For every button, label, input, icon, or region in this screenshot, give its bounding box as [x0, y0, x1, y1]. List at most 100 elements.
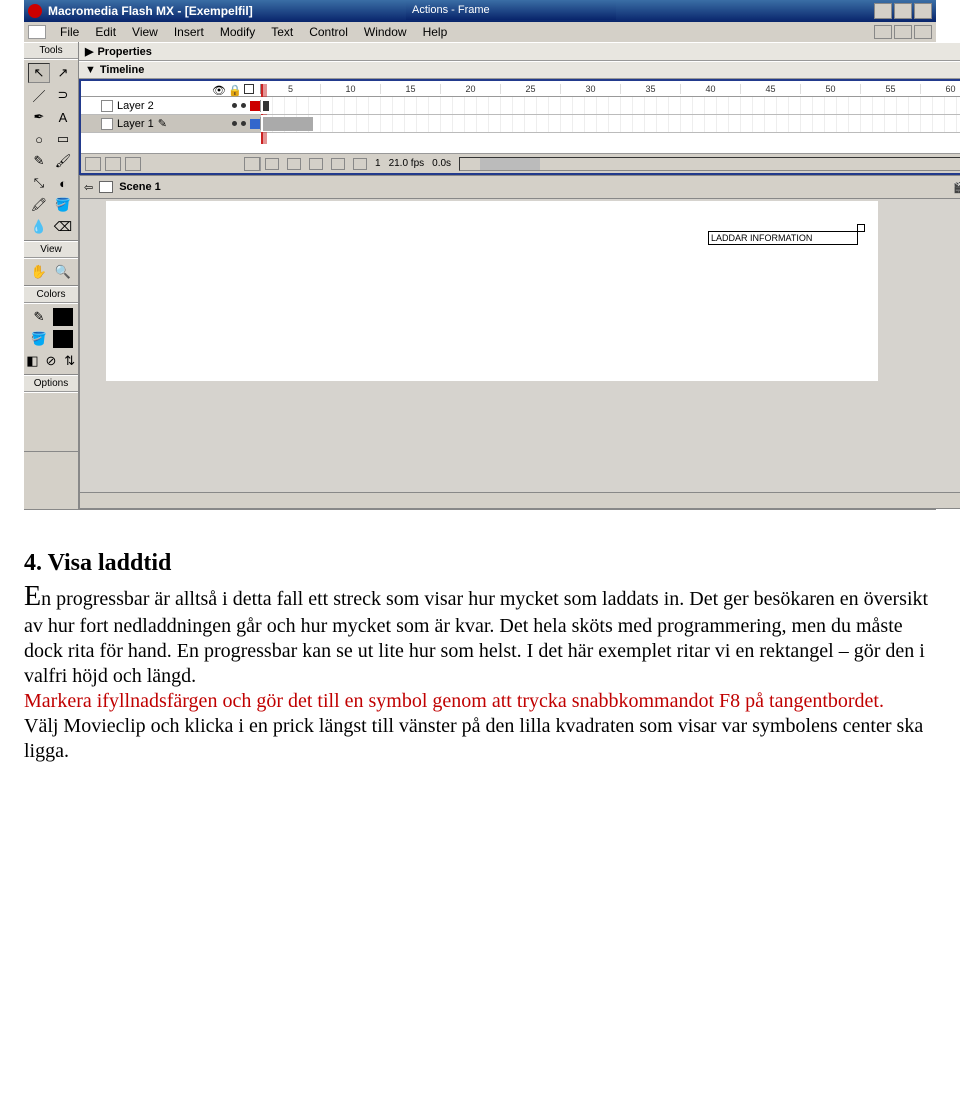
elapsed-time: 0.0s [432, 158, 451, 169]
loading-text: LADDAR INFORMATION [711, 233, 812, 243]
arrow-tool[interactable]: ↖ [28, 63, 50, 83]
scene-icon [99, 181, 113, 193]
lock-dot[interactable] [241, 103, 246, 108]
fill-transform-tool[interactable]: ◐ [52, 173, 74, 193]
properties-panel-header[interactable]: ▶ Properties [79, 42, 960, 61]
eye-icon[interactable]: 👁 [212, 84, 222, 94]
text-tool[interactable]: A [52, 107, 74, 127]
default-colors-button[interactable]: ◧ [24, 351, 41, 371]
ruler-tick: 40 [681, 84, 741, 94]
delete-layer-button[interactable] [244, 157, 260, 171]
ruler-tick: 50 [801, 84, 861, 94]
minimize-button[interactable] [874, 3, 892, 19]
lock-dot[interactable] [241, 121, 246, 126]
add-guide-layer-button[interactable] [105, 157, 121, 171]
back-arrow-icon[interactable]: ⇦ [84, 181, 93, 194]
subselect-tool[interactable]: ↗ [52, 63, 74, 83]
line-tool[interactable]: ／ [28, 85, 50, 105]
layer-row[interactable]: Layer 2 [81, 97, 960, 115]
transform-tool[interactable]: ⤡ [28, 173, 50, 193]
oval-tool[interactable]: ○ [28, 129, 50, 149]
center-frame-button[interactable] [265, 158, 279, 170]
resize-handle-icon[interactable] [857, 224, 865, 232]
timeline-panel-header[interactable]: ▼Timeline [79, 61, 960, 79]
tools-label: Tools [24, 42, 78, 59]
doc-minimize-button[interactable] [874, 25, 892, 39]
layer-track[interactable] [261, 97, 960, 114]
edit-multiple-frames-button[interactable] [331, 158, 345, 170]
lasso-tool[interactable]: ⊃ [52, 85, 74, 105]
edit-scene-button[interactable]: 🎬 [953, 181, 960, 194]
scene-name[interactable]: Scene 1 [119, 181, 161, 193]
onion-skin-outlines-button[interactable] [309, 158, 323, 170]
eraser-tool[interactable]: ⌫ [52, 217, 74, 237]
ink-bottle-tool[interactable]: 🖍 [28, 195, 50, 215]
stroke-color-icon[interactable]: ✎ [28, 307, 50, 327]
fill-color-swatch[interactable] [52, 329, 74, 349]
stage-area[interactable]: LADDAR INFORMATION [79, 199, 960, 509]
menu-insert[interactable]: Insert [166, 25, 212, 39]
layer-row[interactable]: Layer 1✎ [81, 115, 960, 133]
eyedropper-tool[interactable]: 💧 [28, 217, 50, 237]
horizontal-scrollbar[interactable] [80, 492, 960, 508]
visibility-dot[interactable] [232, 121, 237, 126]
ruler-tick: 55 [861, 84, 921, 94]
timeline-ruler[interactable]: 5 10 15 20 25 30 35 40 45 50 55 60 65 [261, 84, 960, 94]
lock-icon[interactable]: 🔒 [228, 84, 238, 94]
timeline-scrollbar[interactable] [459, 157, 960, 171]
ruler-tick: 25 [501, 84, 561, 94]
document-icon [28, 25, 46, 39]
nocolor-button[interactable]: ⊘ [43, 351, 60, 371]
layer-track[interactable] [261, 115, 960, 132]
brush-tool[interactable]: 🖌 [52, 151, 74, 171]
outline-color-swatch[interactable] [250, 101, 260, 111]
ruler-tick: 10 [321, 84, 381, 94]
article-paragraph-3: Välj Movieclip och klicka i en prick län… [24, 714, 936, 764]
close-button[interactable] [914, 3, 932, 19]
visibility-dot[interactable] [232, 103, 237, 108]
menu-help[interactable]: Help [415, 25, 456, 39]
outline-color-swatch[interactable] [250, 119, 260, 129]
collapse-icon: ▶ [85, 45, 93, 58]
ruler-tick: 60 [921, 84, 960, 94]
hand-tool[interactable]: ✋ [28, 262, 50, 282]
modify-onion-markers-button[interactable] [353, 158, 367, 170]
properties-label: Properties [97, 46, 151, 58]
rect-tool[interactable]: ▭ [52, 129, 74, 149]
edit-bar: ⇦ Scene 1 🎬 ⊕ 80% [79, 175, 960, 199]
app-title: Macromedia Flash MX - [Exempelfil] [48, 4, 253, 18]
menu-modify[interactable]: Modify [212, 25, 263, 39]
menu-file[interactable]: File [52, 25, 87, 39]
fill-color-icon[interactable]: 🪣 [28, 329, 50, 349]
stroke-color-swatch[interactable] [52, 307, 74, 327]
menu-control[interactable]: Control [301, 25, 356, 39]
actions-panel-title[interactable]: Actions - Frame [406, 0, 616, 20]
add-folder-button[interactable] [125, 157, 141, 171]
onion-skin-button[interactable] [287, 158, 301, 170]
loading-text-field[interactable]: LADDAR INFORMATION [708, 231, 858, 245]
keyframe-icon[interactable] [263, 101, 269, 111]
menu-view[interactable]: View [124, 25, 166, 39]
article-paragraph-2: Markera ifyllnadsfärgen och gör det till… [24, 689, 936, 714]
doc-close-button[interactable] [914, 25, 932, 39]
menu-window[interactable]: Window [356, 25, 415, 39]
add-layer-button[interactable] [85, 157, 101, 171]
ruler-tick: 15 [381, 84, 441, 94]
ruler-tick: 20 [441, 84, 501, 94]
frame-span[interactable] [263, 117, 313, 131]
paint-bucket-tool[interactable]: 🪣 [52, 195, 74, 215]
pencil-tool[interactable]: ✎ [28, 151, 50, 171]
outline-icon[interactable] [244, 84, 254, 94]
tools-panel: Tools ↖↗ ／⊃ ✒A ○▭ ✎🖌 ⤡◐ 🖍🪣 💧⌫ View ✋🔍 Co… [24, 42, 79, 509]
ruler-tick: 30 [561, 84, 621, 94]
menu-text[interactable]: Text [263, 25, 301, 39]
zoom-tool[interactable]: 🔍 [52, 262, 74, 282]
colors-section-label: Colors [24, 286, 78, 303]
pen-tool[interactable]: ✒ [28, 107, 50, 127]
swap-colors-button[interactable]: ⇅ [61, 351, 78, 371]
drop-cap: E [24, 581, 41, 612]
stage[interactable]: LADDAR INFORMATION [106, 201, 878, 381]
maximize-button[interactable] [894, 3, 912, 19]
doc-restore-button[interactable] [894, 25, 912, 39]
menu-edit[interactable]: Edit [87, 25, 124, 39]
